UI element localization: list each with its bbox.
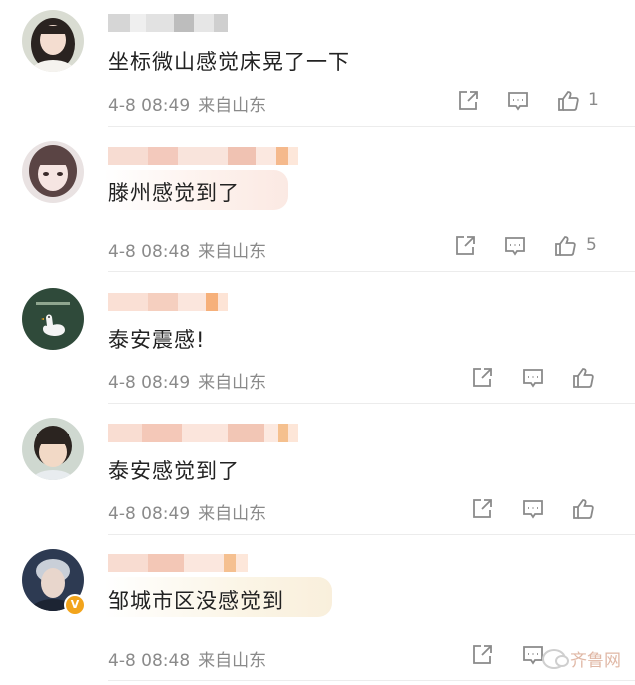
share-icon xyxy=(473,499,492,518)
share-button[interactable] xyxy=(470,497,494,521)
username-blurred[interactable] xyxy=(108,424,298,442)
verified-badge: V xyxy=(64,594,86,616)
comment-button[interactable] xyxy=(506,89,530,113)
comment-text: 滕州感觉到了 xyxy=(108,181,240,205)
comment-actions: 1 xyxy=(0,89,635,113)
watermark-text: 齐鲁网 xyxy=(570,651,621,671)
user-avatar[interactable] xyxy=(22,141,84,203)
girl-selfie-avatar-icon xyxy=(22,141,84,203)
like-count: 1 xyxy=(588,90,599,110)
girl-portrait-avatar-icon xyxy=(22,10,84,72)
comment-text: 泰安震感! xyxy=(108,328,206,352)
share-button[interactable] xyxy=(453,234,477,258)
comment-actions xyxy=(0,643,560,667)
like-button[interactable] xyxy=(556,89,580,113)
comment-button[interactable] xyxy=(503,234,527,258)
username-blurred[interactable] xyxy=(108,554,248,572)
like-count: 5 xyxy=(586,235,597,255)
thumbs-up-icon xyxy=(573,499,594,519)
comment-text: 坐标微山感觉床晃了一下 xyxy=(108,50,350,74)
share-icon xyxy=(456,236,475,255)
comment-actions xyxy=(0,366,635,390)
comment-icon xyxy=(523,500,543,519)
like-button[interactable] xyxy=(571,366,595,390)
comment-divider xyxy=(108,271,635,272)
comment-text: 泰安感觉到了 xyxy=(108,459,240,483)
comment-icon xyxy=(523,369,543,388)
comment-divider xyxy=(108,403,635,404)
comment-actions: 5 xyxy=(0,234,635,258)
username-blurred[interactable] xyxy=(108,293,228,311)
comment-actions xyxy=(0,497,635,521)
username-blurred[interactable] xyxy=(108,147,298,165)
user-avatar[interactable] xyxy=(22,10,84,72)
user-avatar[interactable] xyxy=(22,288,84,350)
share-icon xyxy=(459,91,478,110)
comment-divider xyxy=(108,680,635,681)
comment-button[interactable] xyxy=(521,366,545,390)
comment-icon xyxy=(508,92,528,111)
white-goose-on-green-avatar-icon xyxy=(22,288,84,350)
boy-portrait-avatar-icon xyxy=(22,418,84,480)
share-button[interactable] xyxy=(456,89,480,113)
comment-text: 邹城市区没感觉到 xyxy=(108,589,284,613)
comment-icon xyxy=(505,237,525,256)
user-avatar[interactable] xyxy=(22,418,84,480)
watermark: 齐鲁网 xyxy=(542,646,621,671)
like-button[interactable] xyxy=(571,497,595,521)
wechat-logo-icon xyxy=(542,648,569,669)
comment-divider xyxy=(108,534,635,535)
comment-button[interactable] xyxy=(521,497,545,521)
username-blurred[interactable] xyxy=(108,14,228,32)
thumbs-up-icon xyxy=(558,91,579,111)
share-icon xyxy=(473,645,492,664)
thumbs-up-icon xyxy=(573,368,594,388)
share-button[interactable] xyxy=(470,366,494,390)
thumbs-up-icon xyxy=(555,236,576,256)
share-button[interactable] xyxy=(470,643,494,667)
comment-divider xyxy=(108,126,635,127)
share-icon xyxy=(473,368,492,387)
like-button[interactable] xyxy=(553,234,577,258)
